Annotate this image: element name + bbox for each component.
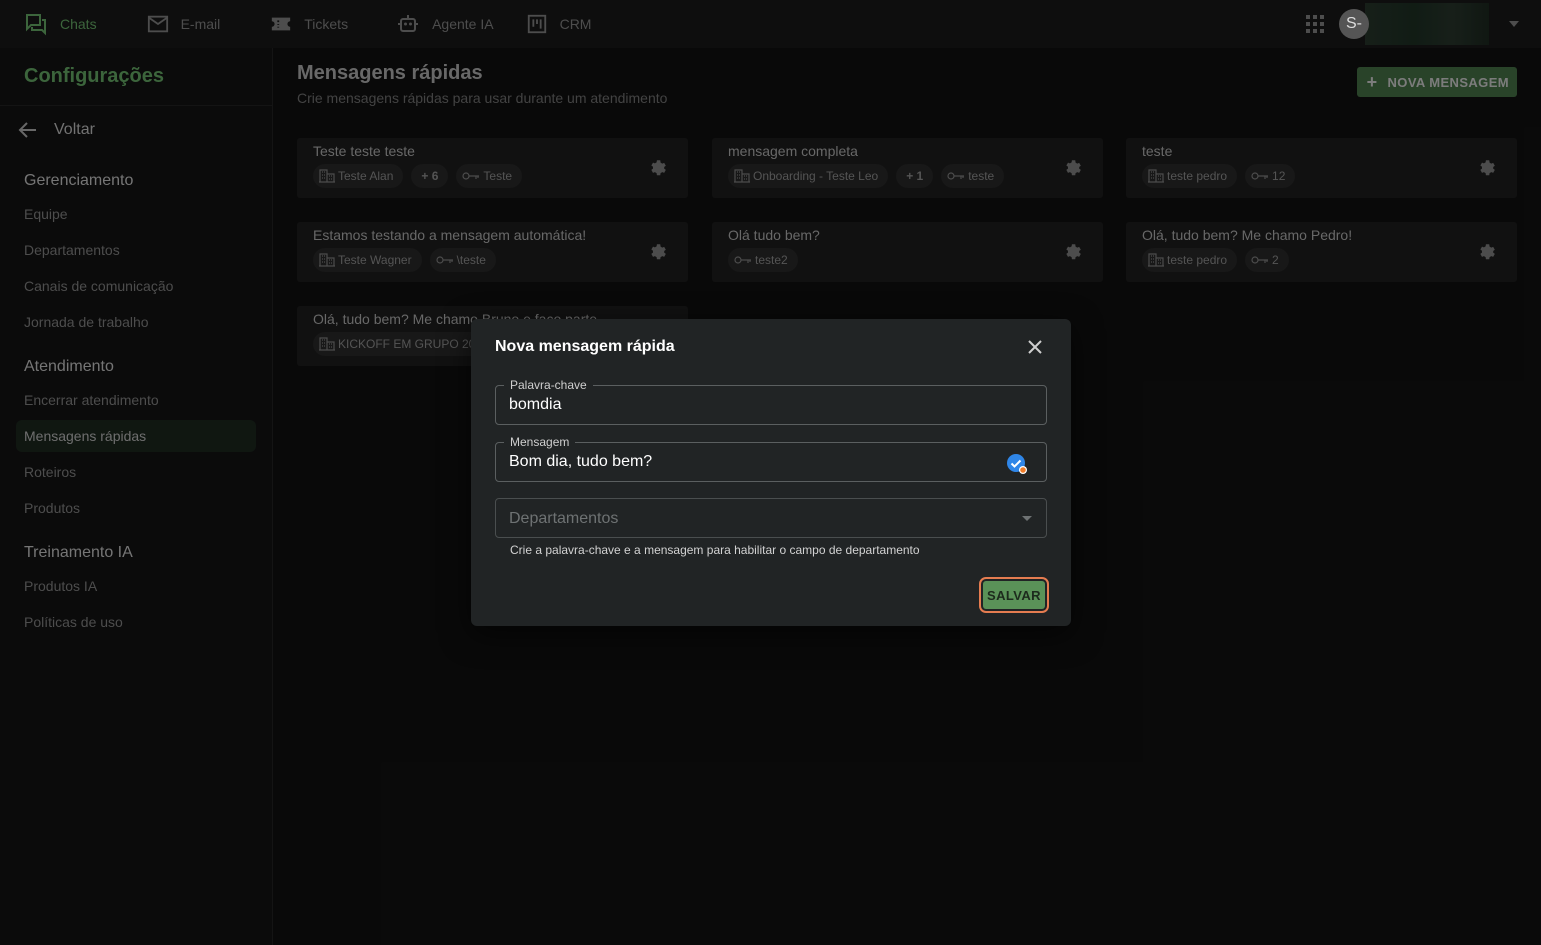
save-label: SALVAR (983, 581, 1045, 609)
keyword-input[interactable] (496, 386, 1046, 424)
keyword-field: Palavra-chave (495, 378, 1047, 425)
departments-placeholder: Departamentos (509, 510, 619, 527)
new-quick-message-dialog: Nova mensagem rápida Palavra-chave Mensa… (471, 319, 1071, 626)
dropdown-arrow-icon (1022, 516, 1032, 521)
close-button[interactable] (1023, 335, 1047, 359)
departments-select[interactable]: Departamentos (495, 498, 1047, 538)
dialog-title: Nova mensagem rápida (495, 338, 675, 355)
save-button[interactable]: SALVAR (979, 577, 1049, 613)
departments-helper-text: Crie a palavra-chave e a mensagem para h… (510, 543, 920, 557)
message-field: Mensagem (495, 435, 1047, 482)
message-input[interactable] (496, 443, 1046, 481)
close-icon (1028, 340, 1042, 354)
spellcheck-icon[interactable] (1006, 453, 1028, 475)
avatar[interactable]: S- (1339, 9, 1369, 39)
